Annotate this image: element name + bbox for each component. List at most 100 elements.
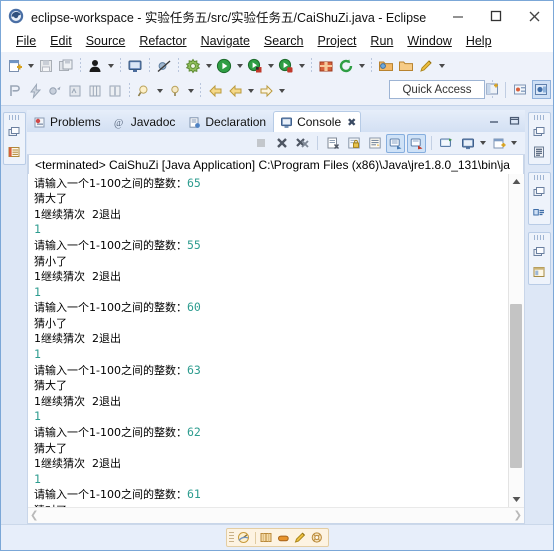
status-grip[interactable] [228,532,234,543]
left-arrow-icon[interactable] [225,81,245,101]
outline-icon[interactable] [530,143,548,161]
maximize-button[interactable] [477,1,515,31]
scroll-left-arrow[interactable]: ❮ [30,510,38,521]
search-icon[interactable] [134,81,154,101]
terminate-button[interactable] [251,134,270,153]
template-icon[interactable] [530,263,548,281]
debug-dropdown[interactable] [105,56,116,76]
next-annotation-icon[interactable] [45,81,65,101]
menu-source[interactable]: Source [79,31,133,52]
restore-icon[interactable] [530,123,548,141]
new-package-icon[interactable] [316,56,336,76]
rail-grip[interactable] [533,175,545,180]
progress-icon[interactable] [236,530,253,545]
menu-refactor[interactable]: Refactor [132,31,193,52]
coverage-icon[interactable] [276,56,296,76]
last-edit-icon[interactable] [165,81,185,101]
task-list-icon[interactable] [530,203,548,221]
scroll-thumb[interactable] [510,303,522,468]
column-icon[interactable] [105,81,125,101]
scroll-lock-button[interactable] [344,134,363,153]
new-wizard-icon[interactable] [5,56,25,76]
scroll-down-arrow[interactable] [509,492,524,507]
remove-all-terminated-button[interactable] [293,134,312,153]
menu-file[interactable]: File [9,31,43,52]
remove-launch-button[interactable] [272,134,291,153]
open-console-button[interactable] [489,134,508,153]
scroll-up-arrow[interactable] [509,174,524,189]
open-type-icon[interactable] [376,56,396,76]
right-dropdown[interactable] [276,81,287,101]
restore-icon[interactable] [530,243,548,261]
refresh-dropdown[interactable] [356,56,367,76]
pencil-dropdown[interactable] [436,56,447,76]
rail-grip[interactable] [8,115,20,120]
console-output[interactable]: 请输入一个1-100之间的整数：65 猜大了 1继续猜次 2退出 1 请输入一个1-10… [28,174,508,507]
run-dropdown[interactable] [234,56,245,76]
menu-run[interactable]: Run [363,31,400,52]
debug-dropdown2[interactable] [265,56,276,76]
save-all-icon[interactable] [56,56,76,76]
tab-problems[interactable]: Problems [27,112,108,132]
minimize-view-button[interactable] [488,115,501,129]
save-icon[interactable] [36,56,56,76]
menu-project[interactable]: Project [311,31,364,52]
open-folder-icon[interactable] [396,56,416,76]
build-dropdown[interactable] [203,56,214,76]
debug-person-icon[interactable] [85,56,105,76]
prev-edit-icon[interactable] [65,81,85,101]
menu-search[interactable]: Search [257,31,311,52]
pencil-icon[interactable] [292,530,309,545]
pin-console-button[interactable] [437,134,456,153]
package-explorer-icon[interactable] [5,143,23,161]
menu-window[interactable]: Window [400,31,458,52]
maximize-view-button[interactable] [509,115,521,129]
restore-icon[interactable] [5,123,23,141]
hand-icon[interactable] [275,530,292,545]
lifebuoy-icon[interactable] [309,530,326,545]
java-perspective-icon[interactable] [511,80,530,99]
menu-navigate[interactable]: Navigate [194,31,257,52]
right-arrow-icon[interactable] [256,81,276,101]
tab-console[interactable]: Console ✖ [273,111,362,132]
toggle-mark-icon[interactable] [5,81,25,101]
skip-breakpoints-icon[interactable] [154,56,174,76]
tab-javadoc[interactable]: @ Javadoc [108,112,183,132]
rail-grip[interactable] [533,235,545,240]
tab-declaration[interactable]: Declaration [182,112,273,132]
run-icon[interactable] [214,56,234,76]
close-button[interactable] [515,1,553,31]
open-perspective-icon[interactable] [483,80,502,99]
scroll-right-arrow[interactable]: ❯ [514,510,522,521]
display-selected-dropdown[interactable] [478,134,488,153]
word-wrap-button[interactable] [365,134,384,153]
rail-grip[interactable] [533,115,545,120]
display-selected-console-button[interactable] [458,134,477,153]
open-console-dropdown[interactable] [509,134,519,153]
coverage-dropdown[interactable] [296,56,307,76]
menu-edit[interactable]: Edit [43,31,79,52]
show-console-on-error-button[interactable] [407,133,426,153]
console-horizontal-scrollbar[interactable]: ❮ ❯ [28,507,524,523]
minimize-button[interactable] [439,1,477,31]
table-icon[interactable] [85,81,105,101]
left-dropdown[interactable] [245,81,256,101]
last-edit-dropdown[interactable] [185,81,196,101]
search-dropdown[interactable] [154,81,165,101]
show-console-on-output-button[interactable] [386,133,405,153]
menu-help[interactable]: Help [459,31,499,52]
back-arrow-icon[interactable] [205,81,225,101]
debug-green-icon[interactable] [245,56,265,76]
pencil-icon[interactable] [416,56,436,76]
clear-console-button[interactable] [323,134,342,153]
book-icon[interactable] [258,530,275,545]
java-ee-perspective-icon[interactable] [532,80,551,99]
refresh-icon[interactable] [336,56,356,76]
print-screen-icon[interactable] [125,56,145,76]
console-vertical-scrollbar[interactable] [508,173,524,507]
quick-fix-icon[interactable] [25,81,45,101]
restore-icon[interactable] [530,183,548,201]
build-icon[interactable] [183,56,203,76]
close-icon[interactable]: ✖ [347,116,356,129]
scroll-track[interactable] [509,189,524,492]
